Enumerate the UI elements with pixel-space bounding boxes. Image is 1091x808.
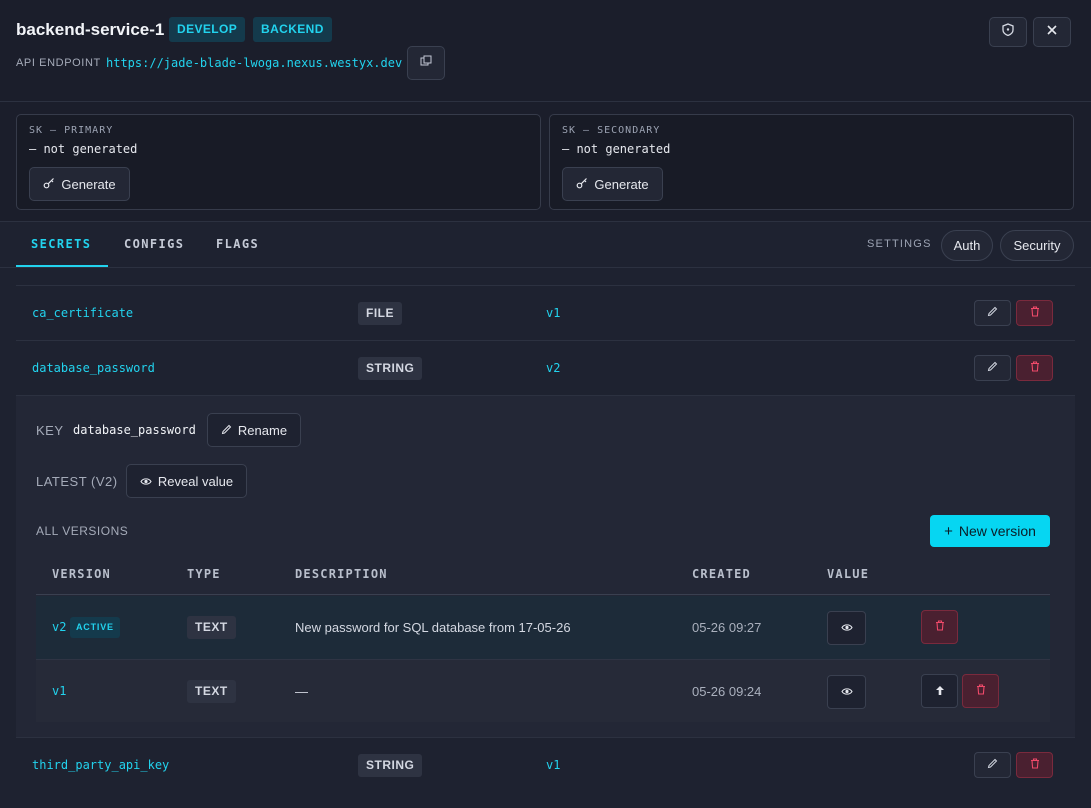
trash-icon (1030, 304, 1040, 322)
secondary-key-label: SK — SECONDARY (562, 125, 661, 136)
active-badge: ACTIVE (70, 617, 120, 638)
version-created: 05-26 09:27 (692, 620, 762, 635)
endpoint-label: API ENDPOINT (16, 57, 101, 69)
security-settings-button[interactable]: Security (1000, 230, 1074, 261)
new-version-button[interactable]: + New version (930, 515, 1050, 547)
generate-secondary-button[interactable]: Generate (562, 167, 663, 201)
version-type-chip: TEXT (187, 680, 236, 703)
generate-label: Generate (61, 176, 116, 192)
auth-settings-button[interactable]: Auth (941, 230, 993, 261)
delete-version-button[interactable] (921, 610, 958, 644)
secret-row[interactable]: ca_certificate FILE v1 (16, 285, 1075, 340)
delete-secret-button[interactable] (1016, 300, 1053, 326)
all-versions-label: ALL VERSIONS (36, 524, 129, 538)
trash-icon (976, 682, 986, 700)
tab-secrets[interactable]: SECRETS (31, 237, 91, 251)
col-version: VERSION (52, 567, 111, 581)
primary-key-value: — not generated (29, 142, 138, 156)
secret-version: v1 (546, 306, 561, 320)
eye-icon (140, 474, 152, 489)
secret-version: v2 (546, 361, 561, 375)
key-label: KEY (36, 423, 64, 438)
col-value: VALUE (827, 567, 870, 581)
tab-bar: SECRETS CONFIGS FLAGS SETTINGS Auth Secu… (0, 223, 1091, 268)
reveal-value-label: Reveal value (157, 473, 234, 489)
reveal-value-button[interactable]: Reveal value (126, 464, 247, 498)
secondary-key-panel: SK — SECONDARY — not generated Generate (549, 114, 1074, 210)
page-title: backend-service-1 (16, 20, 165, 39)
secret-detail-panel: KEY database_password Rename LATEST (V2)… (16, 395, 1075, 737)
delete-version-button[interactable] (962, 674, 999, 708)
pencil-icon (987, 304, 998, 322)
edit-secret-button[interactable] (974, 355, 1011, 381)
tab-configs[interactable]: CONFIGS (124, 237, 184, 251)
rename-label: Rename (237, 422, 288, 438)
generate-label: Generate (594, 176, 649, 192)
tab-flags[interactable]: FLAGS (216, 237, 259, 251)
key-value: database_password (73, 423, 196, 437)
eye-icon (840, 619, 853, 637)
endpoint-url[interactable]: https://jade-blade-lwoga.nexus.westyx.de… (106, 56, 402, 70)
key-icon (43, 177, 55, 192)
eye-icon (840, 683, 853, 701)
primary-key-panel: SK — PRIMARY — not generated Generate (16, 114, 541, 210)
trash-icon (1030, 756, 1040, 774)
key-icon (576, 177, 588, 192)
team-badge: BACKEND (253, 17, 332, 42)
col-description: DESCRIPTION (295, 567, 388, 581)
view-value-button[interactable] (827, 675, 866, 709)
promote-version-button[interactable] (921, 674, 958, 708)
delete-secret-button[interactable] (1016, 355, 1053, 381)
version-row[interactable]: v2 ACTIVE TEXT New password for SQL data… (36, 596, 1050, 659)
version-row[interactable]: v1 TEXT — 05-26 09:24 (36, 659, 1050, 722)
trash-icon (935, 618, 945, 636)
secret-version: v1 (546, 758, 561, 772)
version-description: New password for SQL database from 17-05… (295, 620, 571, 635)
arrow-up-icon (935, 684, 945, 699)
col-created: CREATED (692, 567, 751, 581)
plus-icon: + (944, 522, 953, 540)
rename-button[interactable]: Rename (207, 413, 301, 447)
security-button[interactable] (989, 17, 1027, 47)
secret-row[interactable]: database_password STRING v2 (16, 340, 1075, 395)
header: backend-service-1 DEVELOP BACKEND API EN… (0, 0, 1091, 102)
close-icon (1046, 23, 1058, 41)
secret-type-chip: STRING (358, 357, 423, 380)
settings-label: SETTINGS (867, 238, 932, 250)
secret-type-chip: FILE (358, 302, 402, 325)
secret-type-chip: STRING (358, 754, 423, 777)
secret-name[interactable]: third_party_api_key (32, 758, 169, 772)
shield-icon (1002, 23, 1014, 41)
primary-key-label: SK — PRIMARY (29, 125, 114, 136)
pencil-icon (987, 359, 998, 377)
edit-secret-button[interactable] (974, 752, 1011, 778)
new-version-label: New version (958, 523, 1036, 539)
version-description: — (295, 684, 308, 699)
latest-label: LATEST (V2) (36, 474, 118, 489)
version-name: v2 (52, 620, 67, 634)
secret-name[interactable]: ca_certificate (32, 306, 133, 320)
pencil-icon (987, 756, 998, 774)
keys-section: SK — PRIMARY — not generated Generate SK… (0, 102, 1091, 222)
close-button[interactable] (1033, 17, 1071, 47)
trash-icon (1030, 359, 1040, 377)
active-tab-indicator (16, 265, 108, 267)
view-value-button[interactable] (827, 611, 866, 645)
copy-endpoint-button[interactable] (407, 46, 445, 80)
version-name: v1 (52, 684, 67, 698)
edit-secret-button[interactable] (974, 300, 1011, 326)
delete-secret-button[interactable] (1016, 752, 1053, 778)
generate-primary-button[interactable]: Generate (29, 167, 130, 201)
secret-row[interactable]: third_party_api_key STRING v1 (16, 737, 1075, 792)
version-created: 05-26 09:24 (692, 684, 762, 699)
versions-table-header: VERSION TYPE DESCRIPTION CREATED VALUE (36, 559, 1050, 595)
secondary-key-value: — not generated (562, 142, 671, 156)
pencil-icon (221, 423, 232, 438)
copy-icon (420, 54, 432, 72)
secrets-list: ca_certificate FILE v1 database_password… (16, 285, 1075, 808)
version-type-chip: TEXT (187, 616, 236, 639)
col-type: TYPE (187, 567, 221, 581)
secret-name[interactable]: database_password (32, 361, 155, 375)
env-badge: DEVELOP (169, 17, 246, 42)
